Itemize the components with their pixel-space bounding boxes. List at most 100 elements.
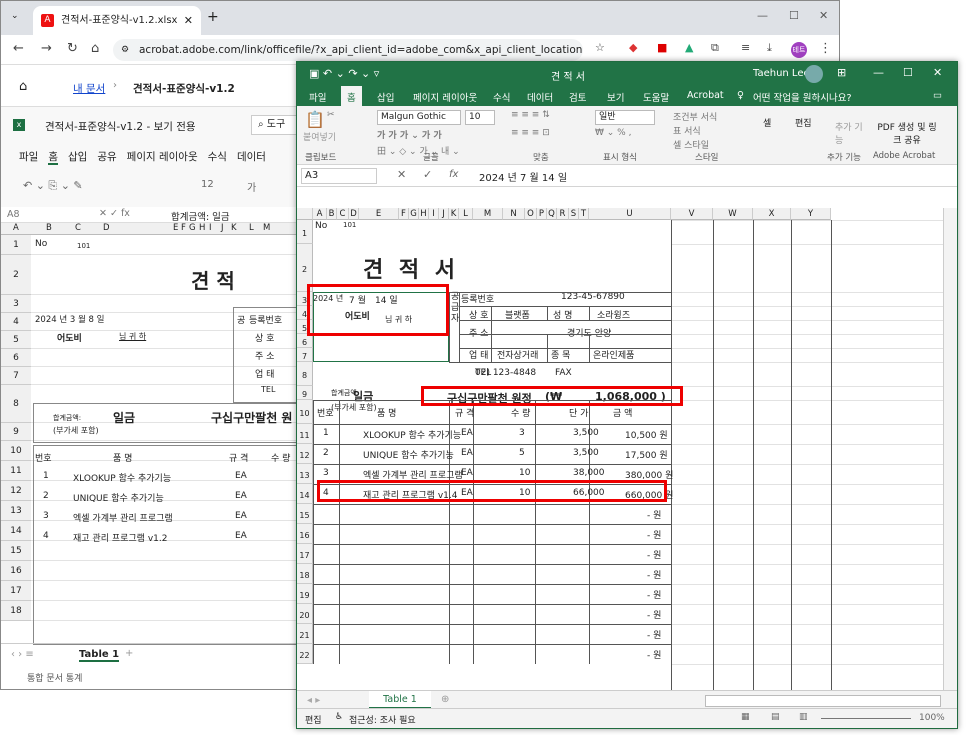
- row-header[interactable]: 10: [1, 441, 31, 461]
- column-header[interactable]: T: [579, 208, 589, 220]
- vertical-scrollbar[interactable]: [943, 208, 957, 690]
- puzzle-icon[interactable]: ⧉: [711, 41, 719, 55]
- row-header[interactable]: 13: [297, 464, 313, 484]
- column-header[interactable]: V: [671, 208, 713, 220]
- url-input[interactable]: ⚙ acrobat.adobe.com/link/officefile/?x_a…: [113, 39, 583, 61]
- column-header[interactable]: E: [359, 208, 399, 220]
- reload-icon[interactable]: ↻: [67, 41, 78, 56]
- row-header[interactable]: 14: [1, 521, 31, 541]
- new-tab-icon[interactable]: +: [207, 9, 219, 25]
- row-header[interactable]: 8: [1, 385, 31, 423]
- row-header[interactable]: 4: [1, 313, 31, 331]
- tab-file[interactable]: 파일: [309, 90, 326, 104]
- name-box[interactable]: A8: [7, 209, 20, 220]
- enter-icon[interactable]: ✓: [423, 168, 432, 181]
- column-header[interactable]: D: [349, 208, 359, 220]
- row-header[interactable]: 15: [1, 541, 31, 561]
- cells-button[interactable]: 셀: [763, 116, 771, 129]
- fx-icon[interactable]: fx: [449, 169, 458, 180]
- home-icon[interactable]: ⌂: [19, 79, 27, 94]
- row-header[interactable]: 17: [1, 581, 31, 601]
- close-window-icon[interactable]: ✕: [819, 9, 828, 22]
- menu-file[interactable]: 파일: [19, 151, 38, 163]
- column-header[interactable]: R: [557, 208, 569, 220]
- tab-insert[interactable]: 삽입: [377, 90, 394, 104]
- formula-input[interactable]: 2024 년 7 월 14 일: [479, 169, 567, 184]
- tab-help[interactable]: 도움말: [643, 90, 669, 104]
- row-header[interactable]: 1: [1, 235, 31, 255]
- row-header[interactable]: 14: [297, 484, 313, 504]
- column-header[interactable]: M: [473, 208, 503, 220]
- align-icon[interactable]: ≡ ≡ ≡ ⇅: [511, 110, 550, 120]
- normal-view-icon[interactable]: ▦: [741, 712, 750, 722]
- column-header[interactable]: G: [409, 208, 419, 220]
- accessibility-status[interactable]: 접근성: 조사 필요: [349, 713, 416, 726]
- reading-list-icon[interactable]: ≡: [741, 41, 750, 54]
- row-header[interactable]: 18: [297, 564, 313, 584]
- column-header[interactable]: S: [569, 208, 579, 220]
- breadcrumb-link[interactable]: 내 문서: [73, 81, 105, 96]
- star-icon[interactable]: ☆: [595, 41, 605, 54]
- table-format-button[interactable]: 표 서식: [673, 124, 701, 137]
- menu-data[interactable]: 데이터: [237, 151, 266, 163]
- pdf-share-button[interactable]: PDF 생성 및 링크 공유: [875, 120, 939, 146]
- column-header[interactable]: K: [449, 208, 459, 220]
- name-box[interactable]: A3: [301, 168, 377, 184]
- row-header[interactable]: 7: [1, 367, 31, 385]
- column-header[interactable]: Q: [547, 208, 557, 220]
- comments-icon[interactable]: ▭: [933, 90, 942, 101]
- column-header[interactable]: O: [525, 208, 537, 220]
- menu-icon[interactable]: ⋮: [819, 41, 832, 56]
- tab-list-icon[interactable]: ⌄: [11, 11, 19, 21]
- zoom-slider[interactable]: [821, 718, 911, 719]
- column-header[interactable]: F: [399, 208, 409, 220]
- row-header[interactable]: 12: [1, 481, 31, 501]
- column-header[interactable]: J: [439, 208, 449, 220]
- column-header[interactable]: H: [419, 208, 429, 220]
- row-header[interactable]: 16: [297, 524, 313, 544]
- row-header[interactable]: 17: [297, 544, 313, 564]
- sheet-tab[interactable]: Table 1: [79, 649, 120, 662]
- close-icon[interactable]: ✕: [933, 66, 942, 79]
- cut-icon[interactable]: ✂: [327, 110, 335, 120]
- add-sheet-icon[interactable]: +: [125, 648, 133, 659]
- maximize-icon[interactable]: ☐: [903, 66, 913, 79]
- select-all-corner[interactable]: [297, 208, 313, 220]
- menu-share[interactable]: 공유: [97, 151, 116, 163]
- menu-layout[interactable]: 페이지 레이아웃: [127, 151, 198, 163]
- tab-review[interactable]: 검토: [569, 90, 586, 104]
- sheet-tab[interactable]: Table 1: [369, 691, 431, 709]
- row-header[interactable]: 10: [297, 400, 313, 424]
- tab-formulas[interactable]: 수식: [493, 90, 510, 104]
- row-header[interactable]: 2: [1, 255, 31, 295]
- row-header[interactable]: 7: [297, 348, 313, 362]
- cell-style-button[interactable]: 셀 스타일: [673, 138, 709, 151]
- sheet-nav-icon[interactable]: ◂ ▸: [307, 695, 320, 706]
- tab-data[interactable]: 데이터: [527, 90, 553, 104]
- add-sheet-icon[interactable]: ⊕: [441, 694, 449, 705]
- undo-icon[interactable]: ↶ ⌄ ⎘ ⌄ ✎: [23, 179, 83, 193]
- ribbon-display-icon[interactable]: ⊞: [837, 66, 846, 79]
- menu-insert[interactable]: 삽입: [68, 151, 87, 163]
- addin-button[interactable]: 추가 기능: [835, 120, 865, 146]
- row-header[interactable]: 16: [1, 561, 31, 581]
- paste-label[interactable]: 붙여넣기: [303, 130, 336, 143]
- site-info-icon[interactable]: ⚙: [121, 39, 129, 61]
- row-header[interactable]: 9: [1, 423, 31, 441]
- forward-icon[interactable]: →: [41, 41, 52, 56]
- tab-acrobat[interactable]: Acrobat: [687, 90, 724, 101]
- downloads-icon[interactable]: ⤓: [767, 41, 772, 55]
- row-header[interactable]: 18: [1, 601, 31, 621]
- tell-me[interactable]: 어떤 작업을 원하시나요?: [753, 90, 851, 104]
- row-header[interactable]: 8: [297, 362, 313, 386]
- font-size-select[interactable]: 12: [201, 179, 214, 190]
- column-header[interactable]: X: [753, 208, 791, 220]
- sheet-nav-icon[interactable]: ‹ › ≡: [11, 649, 34, 660]
- number-format-select[interactable]: 일반: [595, 110, 655, 125]
- row-header[interactable]: 19: [297, 584, 313, 604]
- acrobat-ext-icon[interactable]: ■: [657, 41, 667, 54]
- font-color-icon[interactable]: 가: [247, 179, 256, 194]
- row-header[interactable]: 1: [297, 220, 313, 244]
- bold-icon[interactable]: 가 가 가 ⌄ 가 가: [377, 128, 442, 141]
- row-header[interactable]: 11: [1, 461, 31, 481]
